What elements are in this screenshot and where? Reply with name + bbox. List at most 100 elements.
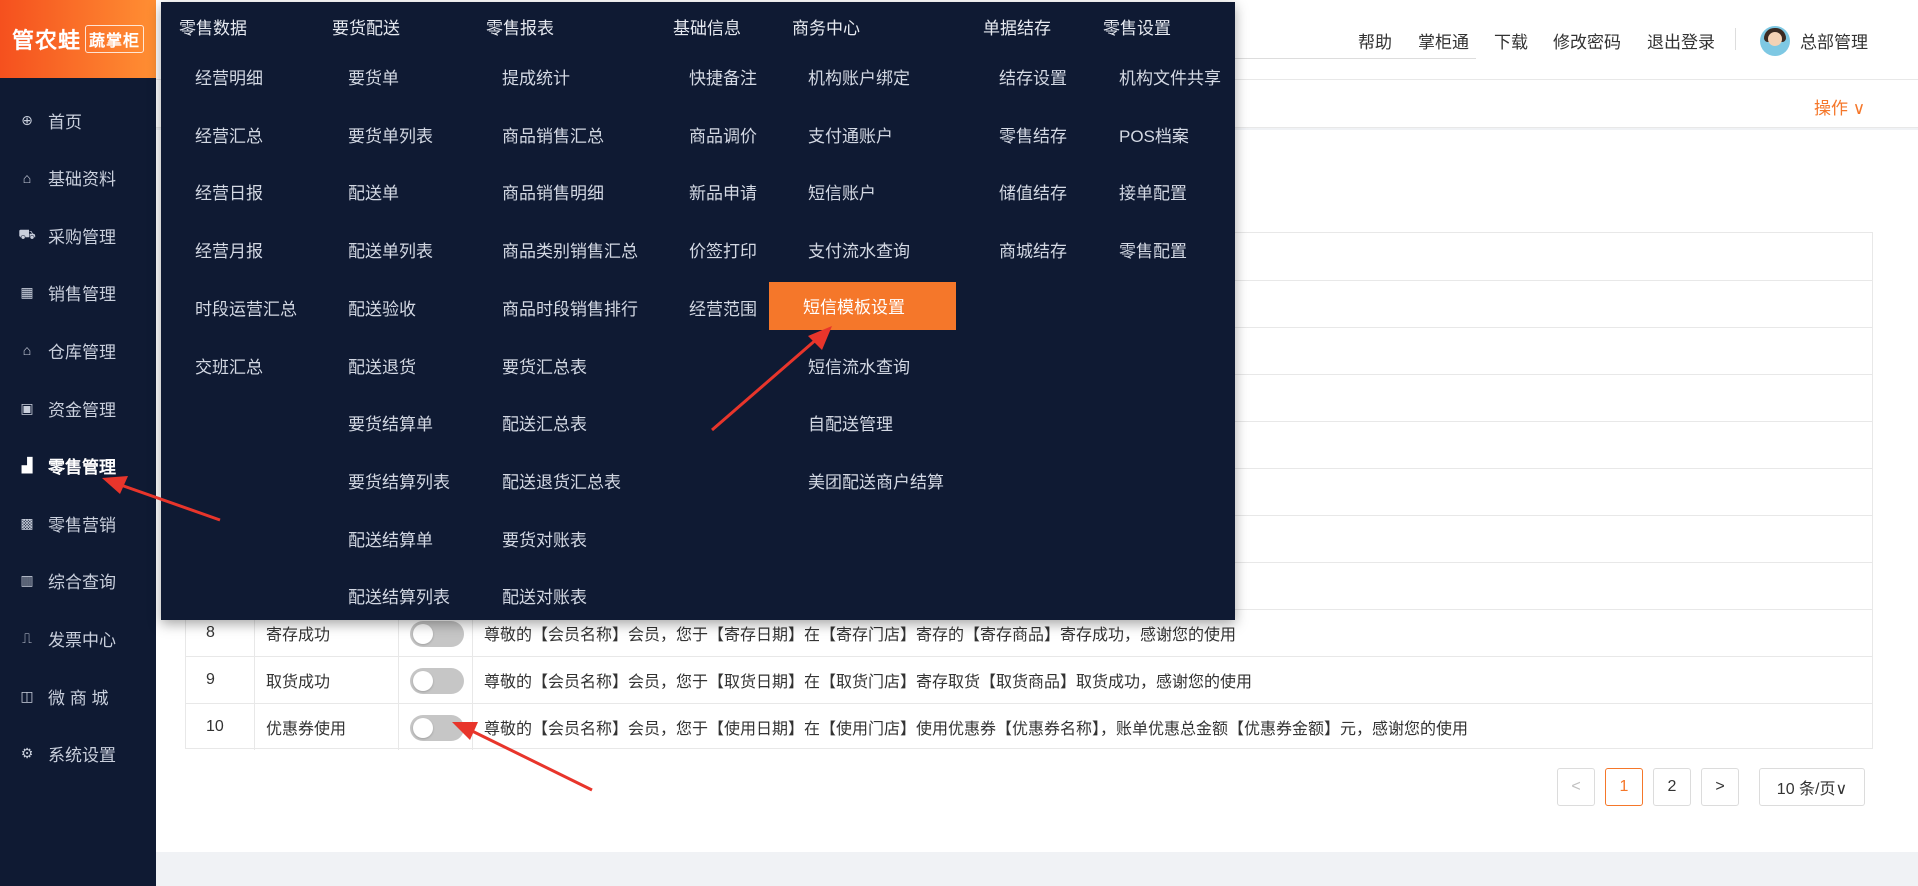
gift-icon: ▩ [20, 514, 34, 531]
operation-dropdown[interactable]: 操作 ∨ [1814, 94, 1865, 119]
menu-item[interactable]: 短信账户 [808, 179, 876, 204]
menu-item[interactable]: 商品调价 [689, 122, 757, 147]
sidebar-item[interactable]: ▦ 销售管理 [0, 273, 156, 313]
search-underline [1216, 58, 1476, 59]
menu-item[interactable]: 机构文件共享 [1119, 64, 1221, 89]
page-button[interactable]: 1 [1605, 768, 1643, 806]
sidebar-item[interactable]: ▥ 综合查询 [0, 561, 156, 601]
template-name: 优惠券使用 [266, 721, 347, 738]
menu-item[interactable]: 要货单 [348, 64, 399, 89]
menu-item[interactable]: 配送验收 [348, 295, 416, 320]
menu-item[interactable]: 接单配置 [1119, 179, 1187, 204]
menu-item[interactable]: 提成统计 [502, 64, 570, 89]
menu-item[interactable]: 配送单 [348, 179, 399, 204]
avatar[interactable] [1760, 26, 1790, 56]
sidebar-item[interactable]: ⛟ 采购管理 [0, 215, 156, 255]
menu-item[interactable]: 要货结算列表 [348, 468, 450, 493]
menu-item[interactable]: 零售结存 [999, 122, 1067, 147]
menu-group-title[interactable]: 基础信息 [673, 14, 741, 39]
sidebar-item[interactable]: ▣ 资金管理 [0, 388, 156, 428]
menu-item[interactable]: 商城结存 [999, 237, 1067, 262]
menu-item[interactable]: 配送汇总表 [502, 410, 587, 435]
brand-name: 管农蛙 [11, 28, 81, 53]
column-divider [472, 704, 473, 750]
menu-item[interactable]: 零售配置 [1119, 237, 1187, 262]
menu-item[interactable]: 配送单列表 [348, 237, 433, 262]
menu-item[interactable]: 时段运营汇总 [195, 295, 297, 320]
menu-group-title[interactable]: 要货配送 [332, 14, 400, 39]
menu-group-title[interactable]: 零售设置 [1103, 14, 1171, 39]
header-link[interactable]: 退出登录 [1647, 28, 1715, 53]
sidebar-item-label: 零售营销 [48, 515, 116, 535]
bar-chart-icon: ▥ [20, 572, 34, 589]
page-size-select[interactable]: 10 条/页∨ [1759, 768, 1865, 806]
header-link[interactable]: 帮助 [1358, 28, 1392, 53]
sidebar-item[interactable]: ▩ 零售营销 [0, 503, 156, 543]
menu-item[interactable]: 要货结算单 [348, 410, 433, 435]
menu-group-title[interactable]: 单据结存 [983, 14, 1051, 39]
enable-toggle[interactable] [410, 715, 464, 741]
sidebar-item[interactable]: ⊕ 首页 [0, 100, 156, 140]
menu-item[interactable]: 要货汇总表 [502, 353, 587, 378]
page-button[interactable]: 2 [1653, 768, 1691, 806]
menu-item[interactable]: 短信流水查询 [808, 353, 910, 378]
menu-item[interactable]: 要货对账表 [502, 526, 587, 551]
sidebar-item[interactable]: ⌂ 仓库管理 [0, 330, 156, 370]
menu-item[interactable]: 自配送管理 [808, 410, 893, 435]
sidebar-item-label: 综合查询 [48, 573, 116, 593]
menu-item[interactable]: 经营明细 [195, 64, 263, 89]
header-link[interactable]: 掌柜通 [1418, 28, 1469, 53]
menu-item[interactable]: 结存设置 [999, 64, 1067, 89]
menu-item[interactable]: 商品时段销售排行 [502, 295, 638, 320]
sidebar-item-label: 仓库管理 [48, 342, 116, 362]
sidebar-item[interactable]: ⌂ 基础资料 [0, 158, 156, 198]
sidebar-item-label: 资金管理 [48, 400, 116, 420]
header-link[interactable]: 下载 [1494, 28, 1528, 53]
sidebar-item[interactable]: ⚙ 系统设置 [0, 734, 156, 774]
globe-icon: ⊕ [21, 111, 33, 128]
menu-item[interactable]: 经营月报 [195, 237, 263, 262]
next-page-button[interactable]: > [1701, 768, 1739, 806]
menu-item[interactable]: 价签打印 [689, 237, 757, 262]
menu-item[interactable]: POS档案 [1119, 122, 1189, 147]
menu-item[interactable]: 支付通账户 [808, 122, 893, 147]
menu-item[interactable]: 机构账户绑定 [808, 64, 910, 89]
menu-item[interactable]: 配送结算列表 [348, 583, 450, 608]
menu-item[interactable]: 配送退货汇总表 [502, 468, 621, 493]
sidebar-item[interactable]: ⎍ 发票中心 [0, 618, 156, 658]
menu-item[interactable]: 配送退货 [348, 353, 416, 378]
user-name[interactable]: 总部管理 [1800, 28, 1868, 53]
menu-item[interactable]: 支付流水查询 [808, 237, 910, 262]
enable-toggle[interactable] [410, 621, 464, 647]
menu-item[interactable]: 新品申请 [689, 179, 757, 204]
table-row: 9 取货成功 尊敬的【会员名称】会员，您于【取货日期】在【取货门店】寄存取货【取货商… [186, 656, 1872, 703]
enable-toggle[interactable] [410, 668, 464, 694]
menu-item[interactable]: 快捷备注 [689, 64, 757, 89]
menu-item[interactable]: 商品销售明细 [502, 179, 604, 204]
menu-item[interactable]: 经营日报 [195, 179, 263, 204]
menu-item[interactable]: 商品销售汇总 [502, 122, 604, 147]
menu-group-title[interactable]: 商务中心 [792, 14, 860, 39]
gear-icon: ⚙ [20, 745, 34, 762]
menu-item[interactable]: 要货单列表 [348, 122, 433, 147]
menu-group-title[interactable]: 零售报表 [486, 14, 554, 39]
sidebar-item-label: 发票中心 [48, 630, 116, 650]
menu-item[interactable]: 经营汇总 [195, 122, 263, 147]
sidebar-item[interactable]: ▟ 零售管理 [0, 446, 156, 486]
column-divider [398, 657, 399, 703]
sidebar-item-label: 微 商 城 [48, 688, 109, 708]
menu-item[interactable]: 储值结存 [999, 179, 1067, 204]
menu-item[interactable]: 美团配送商户结算 [808, 468, 944, 493]
prev-page-button[interactable]: < [1557, 768, 1595, 806]
menu-group-title[interactable]: 零售数据 [179, 14, 247, 39]
brand-logo[interactable]: 管农蛙 蔬掌柜 [0, 0, 156, 78]
sidebar-item-label: 首页 [48, 112, 82, 132]
menu-item[interactable]: 交班汇总 [195, 353, 263, 378]
menu-item[interactable]: 经营范围 [689, 295, 757, 320]
menu-item[interactable]: 商品类别销售汇总 [502, 237, 638, 262]
sidebar-item[interactable]: ◫ 微 商 城 [0, 676, 156, 716]
menu-item[interactable]: 配送结算单 [348, 526, 433, 551]
menu-item[interactable]: 短信模板设置 [769, 281, 956, 330]
header-link[interactable]: 修改密码 [1553, 28, 1621, 53]
menu-item[interactable]: 配送对账表 [502, 583, 587, 608]
